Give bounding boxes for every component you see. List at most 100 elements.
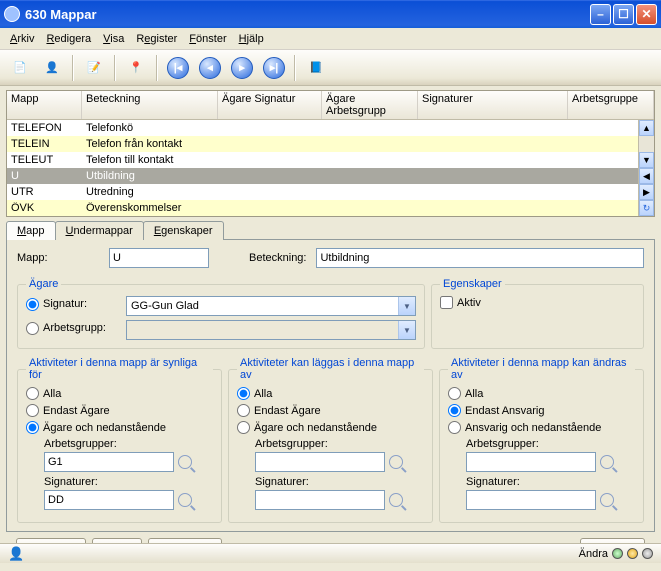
- status-user-icon: 👤: [8, 546, 24, 562]
- toolbar-next-icon[interactable]: ▸: [228, 54, 256, 82]
- egenskaper-legend: Egenskaper: [440, 278, 505, 290]
- search-icon[interactable]: [178, 455, 192, 469]
- table-row[interactable]: TELEUTTelefon till kontakt: [7, 152, 654, 168]
- p2-nedan-radio[interactable]: [237, 421, 250, 434]
- search-icon[interactable]: [178, 493, 192, 507]
- menu-visa[interactable]: Visa: [103, 33, 124, 45]
- p2-ag-label: Arbetsgrupper:: [255, 438, 424, 450]
- p2-ag-input[interactable]: [255, 452, 385, 472]
- grid-scrollbar[interactable]: ▲ ▼ ◀ ▶ ↻: [638, 120, 654, 216]
- p2-endast-radio[interactable]: [237, 404, 250, 417]
- col-arb[interactable]: Arbetsgruppe: [568, 91, 654, 119]
- scroll-up-icon[interactable]: ▲: [639, 120, 654, 136]
- p2-sg-label: Signaturer:: [255, 476, 424, 488]
- signatur-combo[interactable]: GG-Gun Glad ▼: [126, 296, 416, 316]
- col-sig[interactable]: Signaturer: [418, 91, 568, 119]
- menu-register[interactable]: Register: [136, 33, 177, 45]
- p1-endast-radio[interactable]: [26, 404, 39, 417]
- tab-undermappar[interactable]: Undermappar: [55, 221, 144, 240]
- led-grey-icon: [642, 548, 653, 559]
- app-icon: [4, 6, 20, 22]
- tab-mapp[interactable]: Mapp: [6, 221, 56, 240]
- tab-panel: Mapp: Beteckning: Ägare Signatur: GG-Gun…: [6, 239, 655, 532]
- toolbar-pin-icon[interactable]: 📍: [122, 54, 150, 82]
- visible-group: Aktiviteter i denna mapp är synliga för …: [17, 357, 222, 523]
- p1-alla-radio[interactable]: [26, 387, 39, 400]
- beteckning-input[interactable]: [316, 248, 644, 268]
- led-amber-icon: [627, 548, 638, 559]
- chevron-down-icon[interactable]: ▼: [398, 297, 415, 315]
- mapp-label: Mapp:: [17, 252, 99, 264]
- minimize-button[interactable]: –: [590, 4, 611, 25]
- menu-redigera[interactable]: Redigera: [46, 33, 91, 45]
- scroll-refresh-icon[interactable]: ↻: [639, 200, 654, 216]
- p3-ag-input[interactable]: [466, 452, 596, 472]
- p2-alla-radio[interactable]: [237, 387, 250, 400]
- p1-ag-input[interactable]: [44, 452, 174, 472]
- egenskaper-group: Egenskaper Aktiv: [431, 278, 644, 349]
- tab-egenskaper[interactable]: Egenskaper: [143, 221, 224, 240]
- p3-sg-label: Signaturer:: [466, 476, 635, 488]
- beteckning-label: Beteckning:: [249, 252, 306, 264]
- p1-nedan-radio[interactable]: [26, 421, 39, 434]
- toolbar-prev-icon[interactable]: ◂: [196, 54, 224, 82]
- search-icon[interactable]: [389, 455, 403, 469]
- p1-ag-label: Arbetsgrupper:: [44, 438, 213, 450]
- p3-alla-radio[interactable]: [448, 387, 461, 400]
- agare-legend: Ägare: [26, 278, 61, 290]
- close-button[interactable]: ✕: [636, 4, 657, 25]
- led-green-icon: [612, 548, 623, 559]
- toolbar-new-icon[interactable]: 📄: [6, 54, 34, 82]
- status-bar: 👤 Ändra: [0, 543, 661, 563]
- p3-nedan-radio[interactable]: [448, 421, 461, 434]
- arbetsgrupp-radio[interactable]: [26, 322, 39, 335]
- agare-group: Ägare Signatur: GG-Gun Glad ▼ Arbetsgrup…: [17, 278, 425, 349]
- aktiv-checkbox[interactable]: [440, 296, 453, 309]
- search-icon[interactable]: [600, 493, 614, 507]
- toolbar-last-icon[interactable]: ▸|: [260, 54, 288, 82]
- p1-sg-label: Signaturer:: [44, 476, 213, 488]
- chevron-down-icon[interactable]: ▼: [398, 321, 415, 339]
- table-row[interactable]: ÖVKÖverenskommelser: [7, 200, 654, 216]
- mapp-input[interactable]: [109, 248, 209, 268]
- p1-sg-input[interactable]: [44, 490, 174, 510]
- scroll-down-icon[interactable]: ▼: [639, 152, 654, 168]
- table-row[interactable]: TELEFONTelefonkö: [7, 120, 654, 136]
- col-agsig[interactable]: Ägare Signatur: [218, 91, 322, 119]
- p3-endast-radio[interactable]: [448, 404, 461, 417]
- toolbar-edit-icon[interactable]: 📝: [80, 54, 108, 82]
- menu-fonster[interactable]: Fönster: [189, 33, 226, 45]
- toolbar: 📄 👤 📝 📍 |◂ ◂ ▸ ▸| 📘: [0, 50, 661, 86]
- table-row[interactable]: UUtbildning: [7, 168, 654, 184]
- signatur-value: GG-Gun Glad: [127, 300, 398, 312]
- toolbar-user-icon[interactable]: 👤: [38, 54, 66, 82]
- search-icon[interactable]: [389, 493, 403, 507]
- toolbar-first-icon[interactable]: |◂: [164, 54, 192, 82]
- change-legend: Aktiviteter i denna mapp kan ändras av: [448, 357, 635, 381]
- col-mapp[interactable]: Mapp: [7, 91, 82, 119]
- toolbar-book-icon[interactable]: 📘: [302, 54, 330, 82]
- add-legend: Aktiviteter kan läggas i denna mapp av: [237, 357, 424, 381]
- folder-grid[interactable]: Mapp Beteckning Ägare Signatur Ägare Arb…: [6, 90, 655, 217]
- p3-ag-label: Arbetsgrupper:: [466, 438, 635, 450]
- scroll-left-icon[interactable]: ◀: [639, 168, 654, 184]
- arbetsgrupp-combo[interactable]: ▼: [126, 320, 416, 340]
- signatur-radio[interactable]: [26, 298, 39, 311]
- col-agarb[interactable]: Ägare Arbetsgrupp: [322, 91, 418, 119]
- maximize-button[interactable]: ☐: [613, 4, 634, 25]
- title-bar: 630 Mappar – ☐ ✕: [0, 0, 661, 28]
- menu-hjalp[interactable]: Hjälp: [239, 33, 264, 45]
- visible-legend: Aktiviteter i denna mapp är synliga för: [26, 357, 213, 381]
- menu-bar: Arkiv Redigera Visa Register Fönster Hjä…: [0, 28, 661, 50]
- table-row[interactable]: UTRUtredning: [7, 184, 654, 200]
- menu-arkiv[interactable]: Arkiv: [10, 33, 34, 45]
- add-group: Aktiviteter kan läggas i denna mapp av A…: [228, 357, 433, 523]
- table-row[interactable]: TELEINTelefon från kontakt: [7, 136, 654, 152]
- search-icon[interactable]: [600, 455, 614, 469]
- p3-sg-input[interactable]: [466, 490, 596, 510]
- p2-sg-input[interactable]: [255, 490, 385, 510]
- col-beteckning[interactable]: Beteckning: [82, 91, 218, 119]
- scroll-right-icon[interactable]: ▶: [639, 184, 654, 200]
- grid-body: TELEFONTelefonköTELEINTelefon från konta…: [7, 120, 654, 216]
- tab-strip: Mapp Undermappar Egenskaper: [6, 221, 655, 240]
